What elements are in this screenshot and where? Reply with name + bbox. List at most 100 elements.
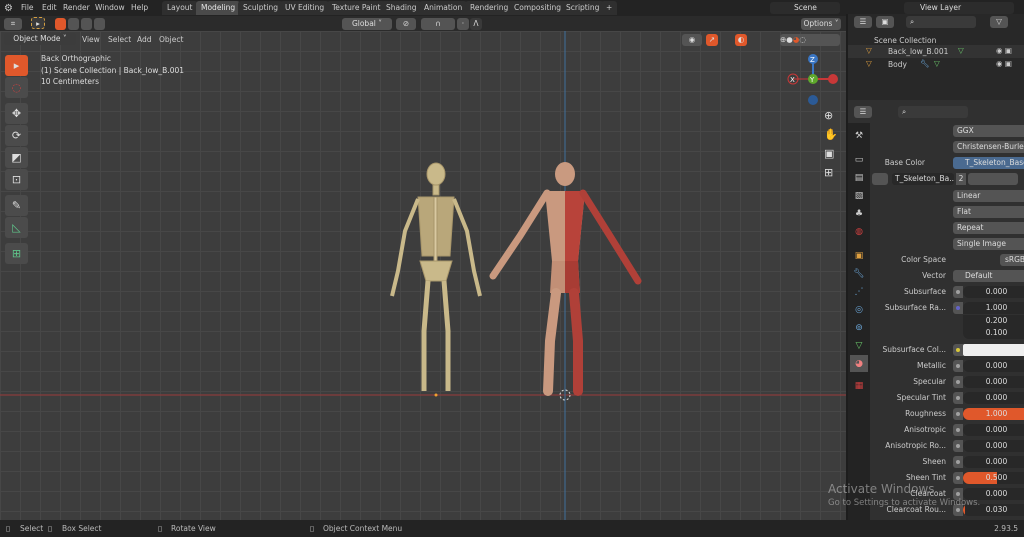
socket-icon[interactable]: [953, 376, 963, 388]
outliner-filter-view[interactable]: ▣: [876, 16, 894, 28]
tab-texture-paint[interactable]: Texture Paint: [327, 1, 386, 15]
data-tab-icon[interactable]: ▽: [850, 337, 868, 354]
socket-icon[interactable]: [953, 424, 963, 436]
slider-roughness[interactable]: 1.000: [963, 408, 1024, 420]
color-swatch[interactable]: [963, 344, 1024, 356]
vector-component[interactable]: 1.000: [963, 302, 1024, 314]
status-select: Select: [20, 524, 44, 533]
eye-icon[interactable]: ◉ ▣: [996, 46, 1012, 55]
proportional-edit-icon[interactable]: ·: [457, 18, 469, 30]
tab-sculpting[interactable]: Sculpting: [238, 1, 284, 15]
mode-extend-icon[interactable]: [68, 18, 79, 30]
grid-icon[interactable]: ⊞: [824, 166, 833, 179]
tab-animation[interactable]: Animation: [419, 1, 468, 15]
scene-selector[interactable]: Scene: [770, 2, 840, 14]
mode-new-icon[interactable]: [55, 18, 66, 30]
view-layer-selector[interactable]: View Layer: [904, 2, 1014, 14]
menu-window[interactable]: Window: [95, 3, 125, 12]
socket-dot: [956, 476, 960, 480]
link-field-base-color[interactable]: T_Skeleton_BaseC...: [953, 157, 1024, 169]
physics-tab-icon[interactable]: ◎: [850, 301, 868, 318]
eye-icon[interactable]: ◉ ▣: [996, 59, 1012, 68]
image-actions[interactable]: [968, 173, 1018, 185]
dropdown-single-image[interactable]: Single Image: [953, 238, 1024, 250]
view-layer-tab-icon[interactable]: ▧: [850, 187, 868, 204]
menu-file[interactable]: File: [21, 3, 34, 12]
socket-icon[interactable]: [953, 456, 963, 468]
output-tab-icon[interactable]: ▤: [850, 169, 868, 186]
slider-specular-tint[interactable]: 0.000: [963, 392, 1024, 404]
outliner-search-input[interactable]: ⌕: [906, 16, 976, 28]
dropdown-repeat[interactable]: Repeat: [953, 222, 1024, 234]
outliner-row[interactable]: ▽ Back_low_B.001 ▽ ◉ ▣: [848, 45, 1024, 58]
options-dropdown[interactable]: Options ˅: [801, 18, 841, 30]
socket-icon[interactable]: [953, 344, 963, 356]
socket-icon[interactable]: [953, 472, 963, 484]
object-tab-icon[interactable]: ▣: [850, 247, 868, 264]
scene-tab-icon[interactable]: ♣: [850, 205, 868, 222]
outliner-filter-icon[interactable]: ▽: [990, 16, 1008, 28]
slider-anisotropic-ro[interactable]: 0.000: [963, 440, 1024, 452]
tab-rendering[interactable]: Rendering: [465, 1, 514, 15]
constraints-tab-icon[interactable]: ⊚: [850, 319, 868, 336]
slider-anisotropic[interactable]: 0.000: [963, 424, 1024, 436]
dropdown-linear[interactable]: Linear: [953, 190, 1024, 202]
image-users-count[interactable]: 2: [956, 173, 966, 185]
dropdown-flat[interactable]: Flat: [953, 206, 1024, 218]
tab-scripting[interactable]: Scripting: [561, 1, 605, 15]
slider-subsurface[interactable]: 0.000: [963, 286, 1024, 298]
modifier-tab-icon[interactable]: 🔧︎: [850, 265, 868, 282]
menu-edit[interactable]: Edit: [42, 3, 57, 12]
blender-logo-icon[interactable]: ⚙: [4, 3, 13, 14]
tab-modeling[interactable]: Modeling: [196, 1, 241, 15]
menu-render[interactable]: Render: [63, 3, 90, 12]
tab-layout[interactable]: Layout: [162, 1, 198, 15]
tool-tab-icon[interactable]: ⚒: [850, 127, 868, 144]
pivot-icon[interactable]: ⊘: [396, 18, 416, 30]
slider-sheen-tint[interactable]: 0.500: [963, 472, 1024, 484]
editor-type-button[interactable]: ⌗: [4, 18, 22, 30]
property-row: Subsurface 0.000: [870, 286, 1024, 298]
vector-component[interactable]: 0.200: [963, 314, 1024, 327]
render-tab-icon[interactable]: ▭: [850, 151, 868, 168]
texture-tab-icon[interactable]: ▦: [850, 377, 868, 394]
socket-icon[interactable]: [953, 360, 963, 372]
image-name-field[interactable]: T_Skeleton_Ba...: [892, 173, 954, 185]
snap-icon[interactable]: ∩: [421, 18, 455, 30]
zoom-icon[interactable]: ⊕: [824, 109, 833, 122]
select-tool-icon[interactable]: ▸: [31, 17, 45, 29]
material-tab-icon[interactable]: ◕: [850, 355, 868, 372]
socket-icon[interactable]: [953, 286, 963, 298]
slider-specular[interactable]: 0.000: [963, 376, 1024, 388]
mode-invert-icon[interactable]: [94, 18, 105, 30]
tab-compositing[interactable]: Compositing: [509, 1, 567, 15]
world-tab-icon[interactable]: ◍: [850, 223, 868, 240]
vector-component[interactable]: 0.100: [963, 327, 1024, 339]
orientation-dropdown[interactable]: Global ˅: [342, 18, 392, 30]
socket-icon[interactable]: [953, 440, 963, 452]
tab-shading[interactable]: Shading: [381, 1, 422, 15]
outliner-display-mode[interactable]: ☰: [854, 16, 872, 28]
slider-metallic[interactable]: 0.000: [963, 360, 1024, 372]
3d-viewport[interactable]: Object Mode ˅ View Select Add Object ◉ ↗…: [0, 31, 846, 520]
dropdown-ggx[interactable]: GGX: [953, 125, 1024, 137]
menu-help[interactable]: Help: [131, 3, 148, 12]
slider-sheen[interactable]: 0.000: [963, 456, 1024, 468]
scene-collection-label[interactable]: Scene Collection: [874, 36, 936, 45]
mouse-right-icon: ▯: [310, 524, 315, 533]
socket-icon[interactable]: [953, 302, 963, 314]
pan-hand-icon[interactable]: ✋: [824, 128, 838, 141]
dropdown-christensen-burley[interactable]: Christensen-Burley: [953, 141, 1024, 153]
socket-icon[interactable]: [953, 408, 963, 420]
particles-tab-icon[interactable]: ⋰: [850, 283, 868, 300]
add-workspace-button[interactable]: +: [601, 1, 618, 15]
falloff-icon[interactable]: Λ: [470, 18, 482, 30]
outliner-row[interactable]: ▽ Body 🔧︎ ▽ ◉ ▣: [848, 58, 1024, 71]
socket-icon[interactable]: [953, 392, 963, 404]
camera-icon[interactable]: ▣: [824, 147, 834, 160]
image-browse-icon[interactable]: [872, 173, 888, 185]
mode-subtract-icon[interactable]: [81, 18, 92, 30]
tab-uv-editing[interactable]: UV Editing: [280, 1, 330, 15]
link-field-vector[interactable]: Default: [953, 270, 1024, 282]
dropdown-color-space[interactable]: sRGB: [1000, 254, 1024, 266]
